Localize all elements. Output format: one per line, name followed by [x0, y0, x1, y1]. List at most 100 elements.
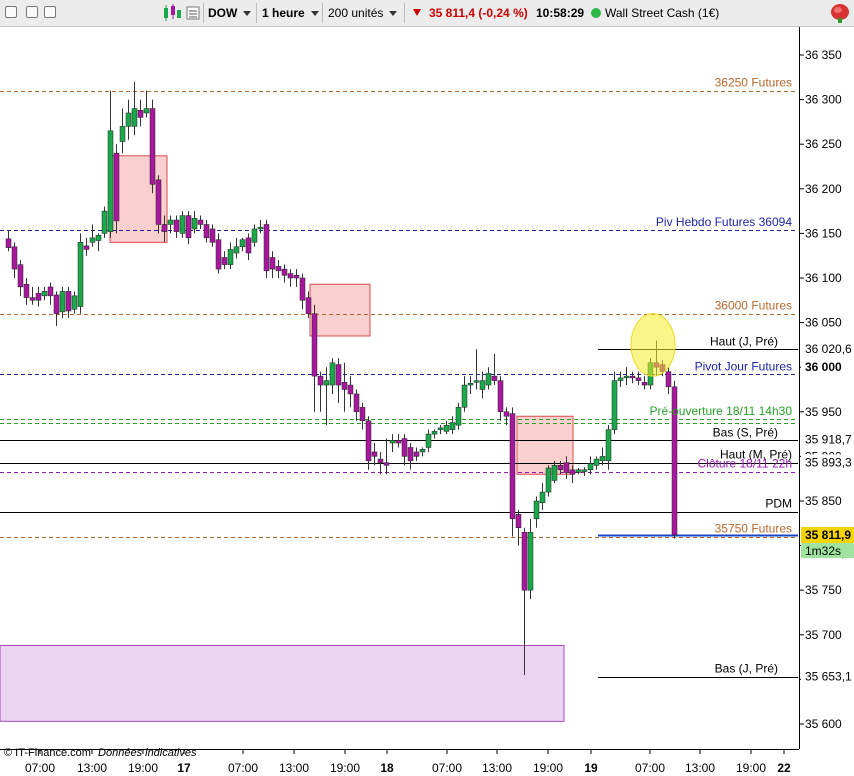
y-tick-label: 36 150 — [805, 226, 842, 240]
candle-body — [551, 465, 558, 481]
x-tick-label: 19 — [584, 761, 598, 775]
footer-credit: © IT-Finance.com Données indicatives — [4, 747, 197, 759]
timer-badge: 1m32s — [805, 544, 841, 558]
window-icon[interactable] — [26, 6, 38, 18]
candlestick-chart[interactable]: 36 350 36 300 36 250 36 200 36 150 36 100 36 0… — [0, 27, 854, 776]
x-tick-label: 17 — [177, 761, 191, 775]
level-label: Piv Hebdo Futures 36094 — [656, 215, 792, 229]
candle-body — [17, 264, 24, 288]
candle-body — [593, 458, 600, 466]
candle-body — [281, 268, 288, 276]
candle-body — [581, 469, 588, 472]
y-tick-label: 35 600 — [805, 717, 842, 731]
candle-body — [509, 413, 516, 520]
candle-body — [629, 375, 636, 379]
y-tick-label: 35 750 — [805, 583, 842, 597]
candle-body — [287, 273, 294, 279]
price-down-arrow-icon — [412, 0, 422, 26]
candle-body — [395, 440, 402, 444]
candle-body — [41, 291, 48, 297]
level-label: Clôture 18/11 22h — [697, 457, 792, 471]
x-tick-label: 19:00 — [533, 761, 563, 775]
x-tick-label: 19:00 — [330, 761, 360, 775]
tree-icon[interactable] — [830, 0, 850, 26]
candle-body — [143, 108, 150, 114]
units-select[interactable]: 200 unités — [328, 0, 397, 26]
candle-body — [191, 217, 198, 230]
candle-body — [59, 291, 66, 313]
candle-body — [83, 245, 90, 250]
y-tick-label: 35 950 — [805, 405, 842, 419]
level-label: 36000 Futures — [715, 299, 792, 313]
price-badge: 35 653,1 — [805, 670, 852, 684]
candle-body — [305, 297, 312, 314]
candle-body — [569, 469, 576, 475]
level-label: PDM — [765, 497, 792, 511]
x-tick-label: 07:00 — [25, 761, 55, 775]
level-label: Pivot Jour Futures — [695, 359, 792, 373]
candle-body — [641, 382, 648, 386]
candle-body — [137, 110, 144, 118]
candle-body — [545, 467, 552, 493]
candle-body — [473, 380, 480, 383]
price-badge: 36 000 — [805, 360, 842, 374]
candle-body — [497, 380, 504, 413]
instrument-name: Wall Street Cash (1€) — [605, 6, 720, 20]
candle-body — [299, 277, 306, 301]
candle-body — [455, 407, 462, 426]
price-badge: 35 918,7 — [805, 433, 852, 447]
highlight-ellipse — [630, 313, 676, 377]
last-price-badge: 35 811,9 — [805, 528, 851, 542]
x-tick-label: 07:00 — [228, 761, 258, 775]
x-tick-label: 18 — [380, 761, 394, 775]
candle-body — [371, 451, 378, 457]
candle-body — [539, 491, 546, 504]
candle-body — [293, 275, 300, 279]
candle-body — [311, 313, 318, 377]
candle-body — [233, 246, 240, 254]
candle-body — [515, 514, 522, 529]
candle-body — [587, 463, 594, 471]
candle-body — [317, 375, 324, 386]
window-icon[interactable] — [44, 6, 56, 18]
level-label: Haut (J, Pré) — [710, 334, 778, 348]
candle-body — [365, 420, 372, 462]
window-icon[interactable] — [5, 6, 17, 18]
candle-body — [521, 531, 528, 591]
candle-body — [425, 433, 432, 448]
candle-body — [155, 179, 162, 225]
candle-body — [257, 226, 264, 230]
level-label: Bas (S, Pré) — [713, 425, 778, 439]
candles-icon[interactable] — [162, 0, 182, 26]
candle-body — [323, 380, 330, 386]
candle-body — [353, 393, 360, 413]
candle-body — [77, 242, 84, 307]
candle-body — [113, 152, 120, 222]
x-tick-label: 13:00 — [279, 761, 309, 775]
candle-body — [149, 108, 156, 185]
candle-body — [203, 224, 210, 239]
candle-body — [245, 237, 252, 254]
menu-icon[interactable] — [186, 0, 200, 26]
level-label: 36250 Futures — [715, 76, 792, 90]
symbol-select[interactable]: DOW — [208, 0, 251, 26]
zone-box — [0, 645, 565, 722]
y-tick-label: 35 700 — [805, 628, 842, 642]
x-tick-label: 19:00 — [128, 761, 158, 775]
candle-body — [347, 384, 354, 395]
candle-body — [275, 266, 282, 272]
y-tick-label: 36 350 — [805, 48, 842, 62]
candle-body — [461, 384, 468, 408]
candle-body — [401, 438, 408, 457]
candle-body — [185, 215, 192, 239]
candle-body — [89, 237, 96, 243]
candle-body — [563, 462, 570, 473]
timeframe-select[interactable]: 1 heure — [262, 0, 319, 26]
candle-body — [527, 531, 534, 591]
y-tick-label: 36 100 — [805, 271, 842, 285]
candle-body — [119, 126, 126, 142]
candle-body — [503, 411, 510, 417]
candle-body — [467, 383, 474, 386]
candle-body — [485, 373, 492, 386]
x-tick-label: 13:00 — [77, 761, 107, 775]
